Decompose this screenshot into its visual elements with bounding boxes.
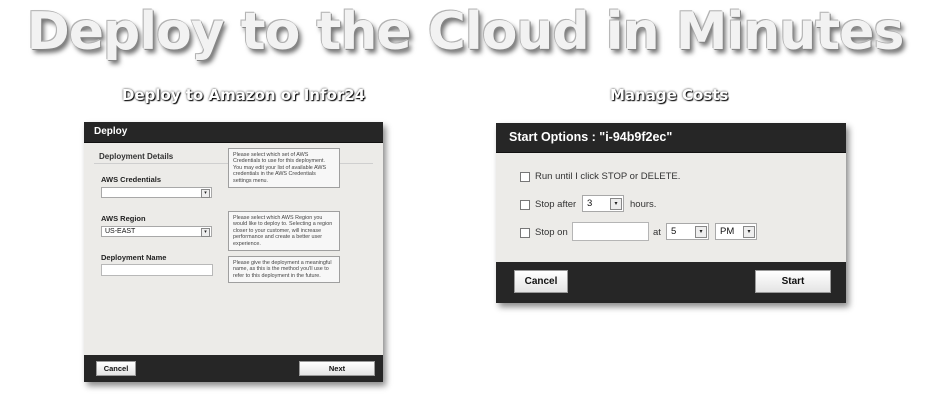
aws-region-help: Please select which AWS Region you would… bbox=[228, 211, 340, 252]
deploy-dialog: Deploy Deployment Details AWS Credential… bbox=[84, 122, 383, 382]
at-label: at bbox=[653, 227, 661, 238]
hour-select[interactable]: 5 ▾ bbox=[666, 223, 709, 240]
aws-region-label: AWS Region bbox=[101, 214, 146, 223]
aws-region-select[interactable]: US-EAST ▾ bbox=[101, 226, 212, 237]
chevron-down-icon[interactable]: ▾ bbox=[201, 189, 210, 198]
stop-after-checkbox[interactable] bbox=[520, 200, 530, 210]
chevron-down-icon[interactable]: ▾ bbox=[743, 226, 755, 238]
stop-on-label: Stop on bbox=[535, 227, 568, 238]
deployment-name-input[interactable] bbox=[101, 264, 213, 276]
deploy-dialog-footer: Cancel Next bbox=[84, 355, 383, 382]
ampm-value: PM bbox=[720, 226, 735, 237]
stop-after-label: Stop after bbox=[535, 199, 577, 210]
next-button[interactable]: Next bbox=[299, 361, 375, 376]
chevron-down-icon[interactable]: ▾ bbox=[695, 226, 707, 238]
cancel-button[interactable]: Cancel bbox=[514, 270, 568, 293]
left-caption: Deploy to Amazon or Infor24 bbox=[122, 86, 366, 104]
start-button[interactable]: Start bbox=[755, 270, 831, 293]
stop-on-date-input[interactable] bbox=[572, 222, 649, 241]
deployment-name-label: Deployment Name bbox=[101, 253, 167, 262]
ampm-select[interactable]: PM ▾ bbox=[715, 223, 757, 240]
start-options-footer: Cancel Start bbox=[496, 262, 846, 303]
stop-after-hours-value: 3 bbox=[587, 198, 593, 209]
aws-region-value: US-EAST bbox=[105, 228, 136, 235]
stop-on-checkbox[interactable] bbox=[520, 228, 530, 238]
deploy-dialog-title: Deploy bbox=[84, 122, 383, 143]
aws-credentials-label: AWS Credentials bbox=[101, 175, 162, 184]
aws-credentials-select[interactable]: ▾ bbox=[101, 187, 212, 198]
start-options-title: Start Options : "i-94b9f2ec" bbox=[496, 123, 846, 153]
start-options-dialog: Start Options : "i-94b9f2ec" Run until I… bbox=[496, 123, 846, 303]
hour-value: 5 bbox=[671, 226, 677, 237]
run-until-stop-checkbox[interactable] bbox=[520, 172, 530, 182]
hours-label: hours. bbox=[630, 199, 657, 210]
deployment-details-heading: Deployment Details bbox=[99, 152, 174, 161]
chevron-down-icon[interactable]: ▾ bbox=[201, 228, 210, 237]
headline: Deploy to the Cloud in Minutes bbox=[26, 2, 905, 62]
cancel-button[interactable]: Cancel bbox=[96, 361, 136, 376]
deployment-name-help: Please give the deployment a meaningful … bbox=[228, 256, 340, 284]
right-caption: Manage Costs bbox=[610, 86, 729, 104]
stop-after-hours-select[interactable]: 3 ▾ bbox=[582, 195, 624, 212]
aws-credentials-help: Please select which set of AWS Credentia… bbox=[228, 148, 340, 189]
run-until-stop-label: Run until I click STOP or DELETE. bbox=[535, 171, 681, 182]
chevron-down-icon[interactable]: ▾ bbox=[610, 198, 622, 210]
